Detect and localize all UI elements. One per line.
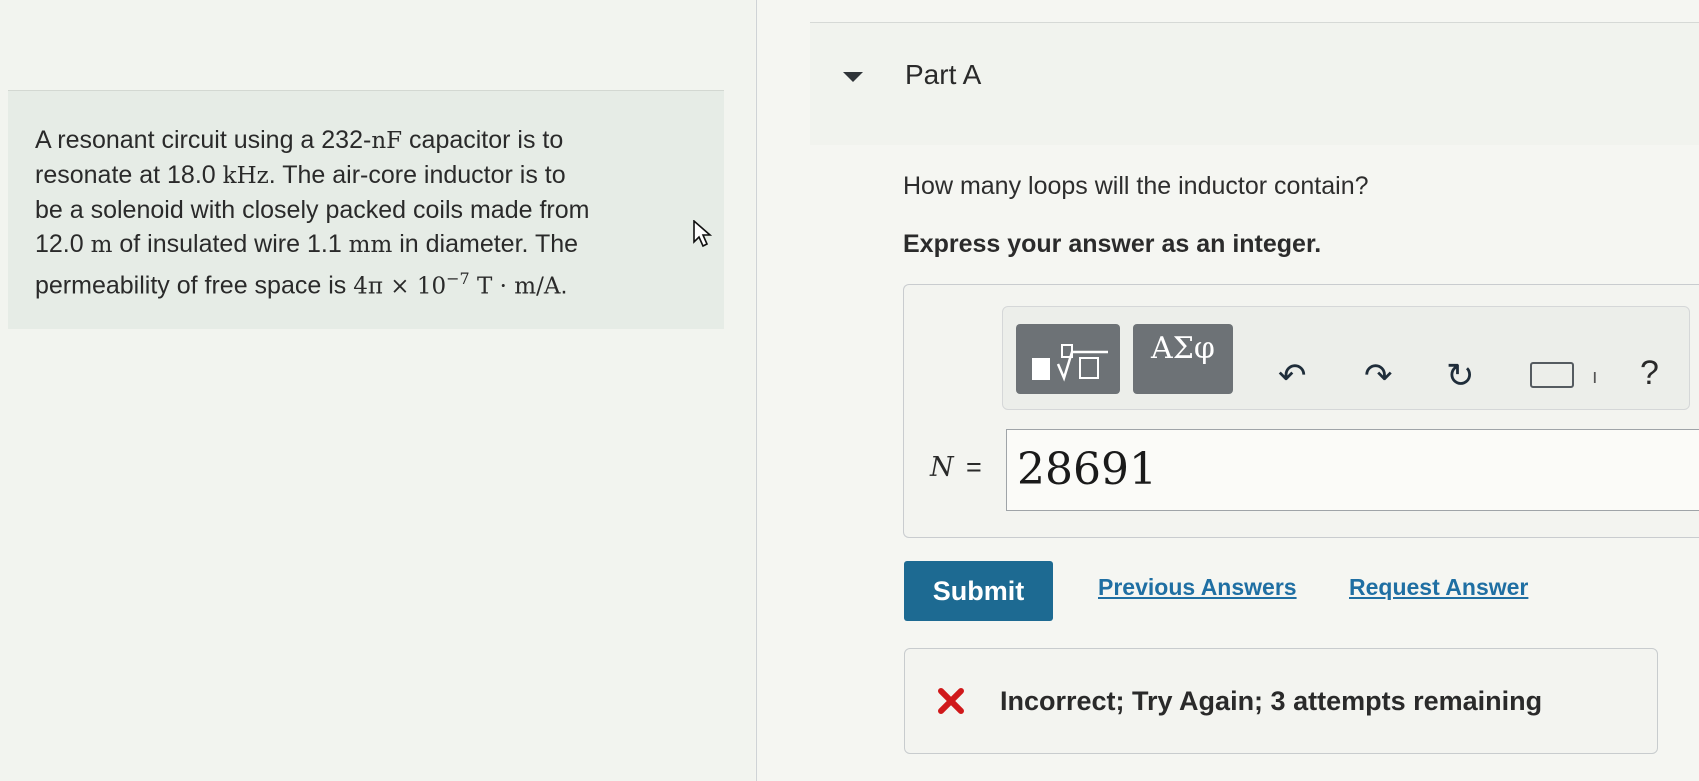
- unit-m: m: [90, 232, 113, 258]
- keyboard-shortcut-mark: ı: [1592, 366, 1598, 388]
- problem-text-seg: be a solenoid with closely packed coils …: [35, 196, 590, 224]
- problem-text-seg: capacitor is to: [402, 126, 564, 154]
- problem-statement: A resonant circuit using a 232-nF capaci…: [35, 123, 715, 303]
- problem-pane: A resonant circuit using a 232-nF capaci…: [0, 0, 755, 781]
- collapse-caret-icon[interactable]: [843, 72, 863, 82]
- feedback-message: Incorrect; Try Again; 3 attempts remaini…: [1000, 686, 1543, 716]
- reset-icon[interactable]: ↻: [1446, 358, 1475, 394]
- keyboard-icon[interactable]: [1530, 362, 1574, 388]
- undo-icon[interactable]: ↶: [1278, 358, 1307, 394]
- problem-text-seg: A resonant circuit using a 232-: [35, 126, 372, 154]
- answer-equals: =: [966, 452, 982, 482]
- request-answer-link[interactable]: Request Answer: [1349, 574, 1528, 601]
- question-text: How many loops will the inductor contain…: [903, 172, 1369, 200]
- help-icon[interactable]: ?: [1640, 354, 1659, 393]
- unit-nf: nF: [371, 128, 403, 154]
- greek-symbols-button[interactable]: ΑΣφ: [1133, 324, 1233, 394]
- problem-text-seg: . The air-core inductor is to: [268, 161, 566, 189]
- instruction-text: Express your answer as an integer.: [903, 230, 1322, 258]
- problem-text-seg: in diameter. The: [392, 230, 579, 258]
- mu-expression: 4π × 10: [353, 273, 447, 300]
- incorrect-x-icon: [938, 688, 964, 714]
- problem-text-seg: .: [560, 271, 568, 300]
- problem-text-seg: of insulated wire 1.1: [112, 230, 349, 258]
- unit-mm: mm: [348, 232, 393, 258]
- mouse-cursor-icon: [693, 220, 713, 248]
- problem-text-seg: permeability of free space is: [35, 271, 354, 300]
- redo-icon[interactable]: ↷: [1364, 358, 1393, 394]
- answer-input[interactable]: 28691: [1006, 429, 1699, 511]
- unit-khz: kHz: [222, 163, 269, 189]
- mu-exponent: −7: [446, 269, 470, 288]
- templates-button[interactable]: [1016, 324, 1120, 394]
- submit-button[interactable]: Submit: [904, 561, 1053, 621]
- part-title[interactable]: Part A: [905, 59, 981, 91]
- previous-answers-link[interactable]: Previous Answers: [1098, 574, 1297, 601]
- answer-variable: N: [930, 452, 954, 483]
- problem-text-seg: resonate at 18.0: [35, 161, 223, 189]
- problem-text-seg: 12.0: [35, 230, 91, 258]
- templates-icon: [1032, 344, 1108, 382]
- problem-statement-box: A resonant circuit using a 232-nF capaci…: [8, 90, 724, 329]
- mu-units: T · m/A: [469, 273, 561, 300]
